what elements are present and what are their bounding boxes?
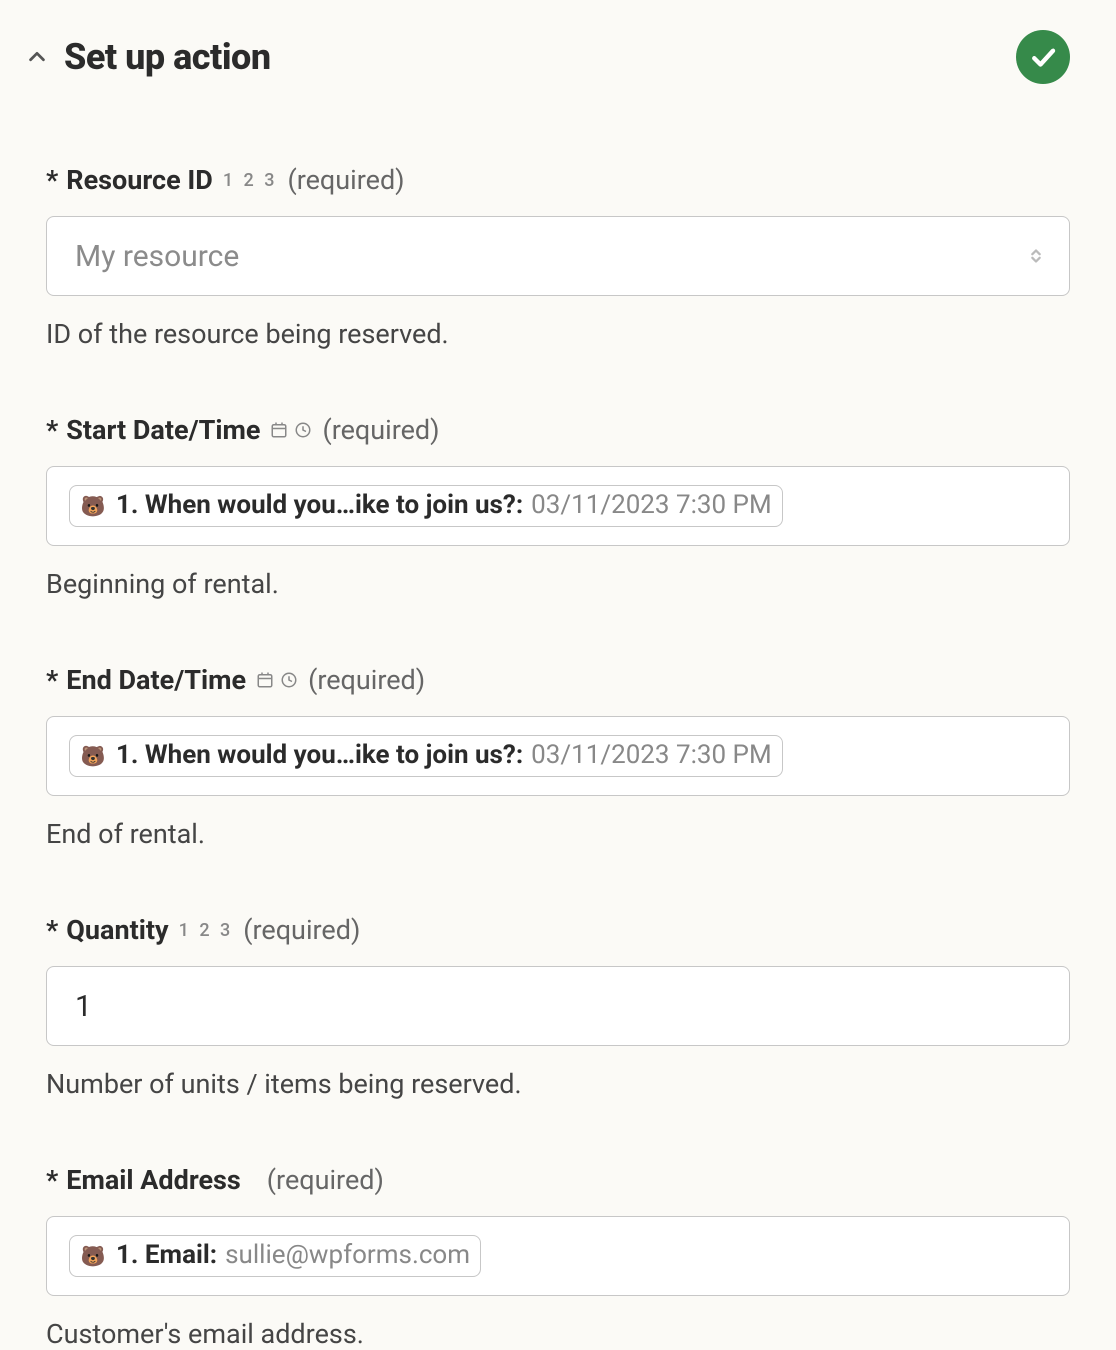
field-resource-id: * Resource ID 1 2 3 (required) My resour… [46,164,1070,350]
wpforms-logo-icon: 🐻 [78,1243,108,1269]
field-label: End Date/Time [66,664,246,696]
field-help: End of rental. [46,818,1070,850]
form-body: * Resource ID 1 2 3 (required) My resour… [26,164,1070,1350]
field-label-row: * End Date/Time (required) [46,664,1070,696]
field-label: Quantity [66,914,168,946]
pill-value: sullie@wpforms.com [225,1240,470,1271]
select-placeholder: My resource [75,239,239,274]
mapped-field-pill[interactable]: 🐻 1. Email: sullie@wpforms.com [69,1235,481,1276]
field-help: ID of the resource being reserved. [46,318,1070,350]
required-text: (required) [267,1164,384,1196]
pill-label: 1. Email: [116,1240,217,1271]
wpforms-logo-icon: 🐻 [78,493,108,519]
field-quantity: * Quantity 1 2 3 (required) 1 Number of … [46,914,1070,1100]
field-label-row: * Resource ID 1 2 3 (required) [46,164,1070,196]
field-start-datetime: * Start Date/Time (required) 🐻 1. When w… [46,414,1070,600]
email-input[interactable]: 🐻 1. Email: sullie@wpforms.com [46,1216,1070,1296]
field-label-row: * Quantity 1 2 3 (required) [46,914,1070,946]
wpforms-logo-icon: 🐻 [78,743,108,769]
quantity-input[interactable]: 1 [46,966,1070,1046]
required-asterisk: * [46,1164,58,1196]
field-email-address: * Email Address (required) 🐻 1. Email: s… [46,1164,1070,1350]
required-text: (required) [322,414,439,446]
required-asterisk: * [46,914,58,946]
pill-value: 03/11/2023 7:30 PM [531,740,772,771]
field-end-datetime: * End Date/Time (required) 🐻 1. When wou… [46,664,1070,850]
quantity-value: 1 [75,989,92,1024]
required-text: (required) [243,914,360,946]
required-asterisk: * [46,164,58,196]
pill-value: 03/11/2023 7:30 PM [531,490,772,521]
type-hint-datetime-icon [270,421,312,439]
type-hint-number-icon: 1 2 3 [223,170,278,191]
required-asterisk: * [46,664,58,696]
start-datetime-input[interactable]: 🐻 1. When would you…ike to join us?: 03/… [46,466,1070,546]
field-label: Start Date/Time [66,414,260,446]
field-help: Beginning of rental. [46,568,1070,600]
required-asterisk: * [46,414,58,446]
section-title: Set up action [64,36,271,78]
end-datetime-input[interactable]: 🐻 1. When would you…ike to join us?: 03/… [46,716,1070,796]
mapped-field-pill[interactable]: 🐻 1. When would you…ike to join us?: 03/… [69,735,783,776]
type-hint-datetime-icon [256,671,298,689]
field-help: Number of units / items being reserved. [46,1068,1070,1100]
pill-label: 1. When would you…ike to join us?: [116,740,523,771]
field-label: Resource ID [66,164,213,196]
type-hint-number-icon: 1 2 3 [179,920,234,941]
pill-label: 1. When would you…ike to join us?: [116,490,523,521]
collapse-icon[interactable] [26,46,48,68]
mapped-field-pill[interactable]: 🐻 1. When would you…ike to join us?: 03/… [69,485,783,526]
field-label: Email Address [66,1164,241,1196]
select-arrows-icon [1025,242,1047,270]
section-header: Set up action [26,30,1070,84]
field-label-row: * Start Date/Time (required) [46,414,1070,446]
resource-id-select[interactable]: My resource [46,216,1070,296]
status-complete-icon [1016,30,1070,84]
required-text: (required) [287,164,404,196]
required-text: (required) [308,664,425,696]
field-label-row: * Email Address (required) [46,1164,1070,1196]
